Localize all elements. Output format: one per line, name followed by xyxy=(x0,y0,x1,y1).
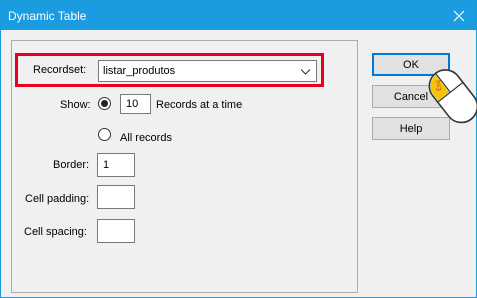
close-button[interactable] xyxy=(442,1,476,30)
close-icon xyxy=(453,10,465,21)
all-records-radio[interactable] xyxy=(98,128,111,141)
recordset-value: listar_produtos xyxy=(103,65,176,77)
title-bar: Dynamic Table xyxy=(1,1,476,30)
records-count-field[interactable]: 10 xyxy=(120,94,151,114)
cell-padding-label: Cell padding: xyxy=(25,193,90,205)
recordset-select[interactable]: listar_produtos xyxy=(98,60,317,82)
mouse-cursor-icon: Esq xyxy=(428,69,477,124)
records-at-a-time-radio[interactable] xyxy=(98,97,111,110)
border-label: Border: xyxy=(53,159,90,171)
border-value: 1 xyxy=(103,159,110,171)
cell-padding-field[interactable] xyxy=(97,185,135,209)
cell-spacing-field[interactable] xyxy=(97,219,135,243)
border-field[interactable]: 1 xyxy=(97,153,135,177)
all-records-label: All records xyxy=(120,132,172,144)
chevron-down-icon xyxy=(300,69,311,75)
records-count-value: 10 xyxy=(126,98,139,110)
window-title: Dynamic Table xyxy=(8,9,87,23)
show-label: Show: xyxy=(60,99,91,111)
dynamic-table-dialog: Dynamic Table Recordset: listar_produtos… xyxy=(0,0,477,298)
recordset-label: Recordset: xyxy=(33,64,87,76)
records-at-a-time-label: Records at a time xyxy=(156,99,243,111)
cell-spacing-label: Cell spacing: xyxy=(24,226,87,238)
